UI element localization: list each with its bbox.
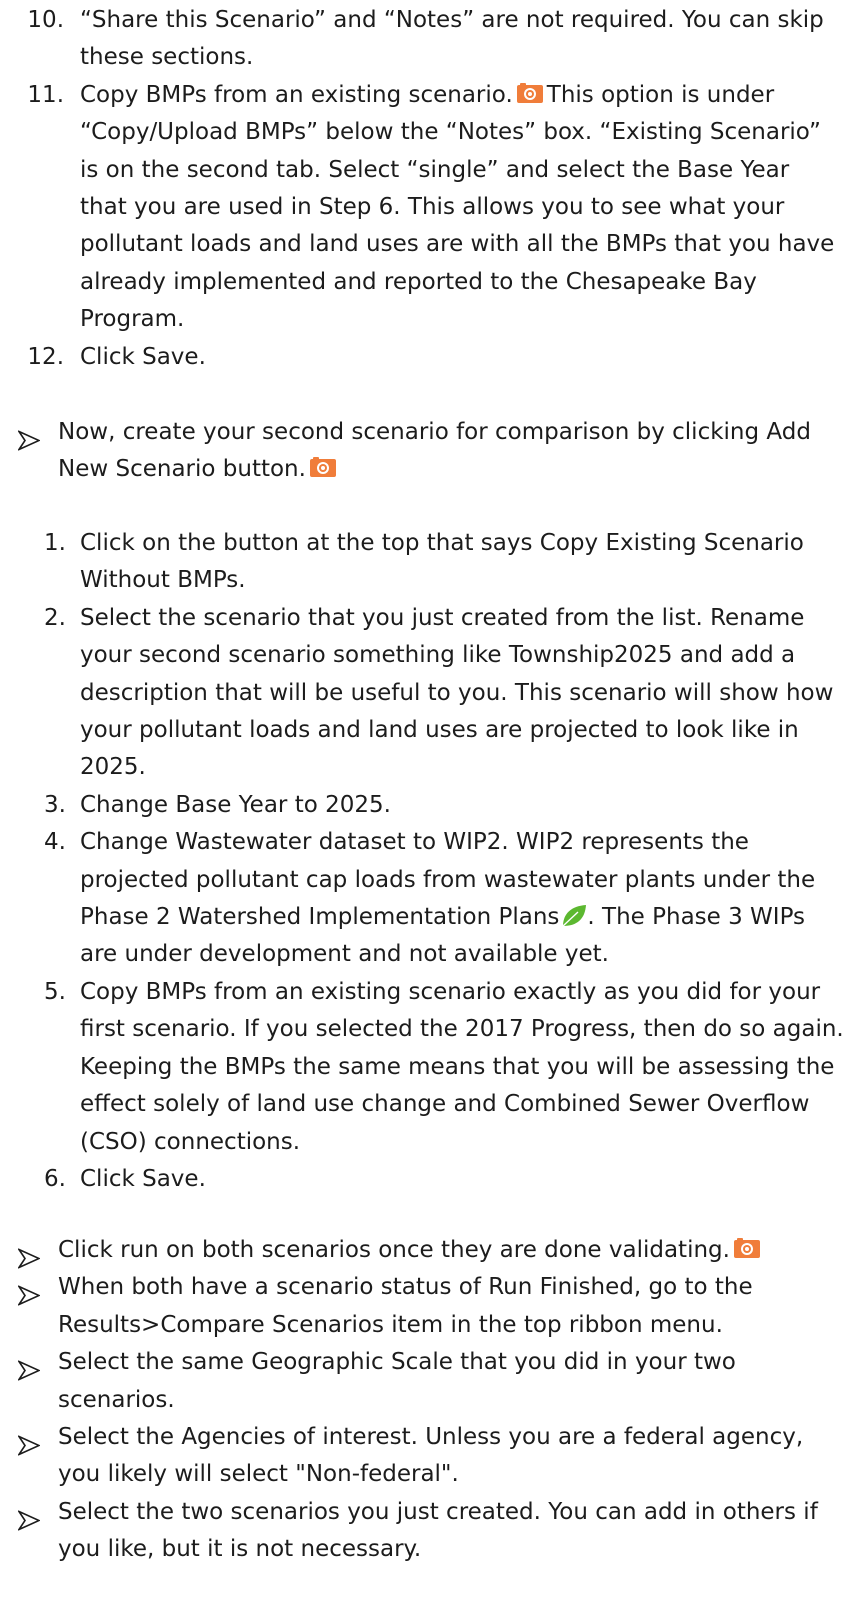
step-text: Click Save. bbox=[80, 343, 206, 370]
step-text: Click Save. bbox=[80, 1165, 206, 1192]
arrowhead-bullet-icon bbox=[18, 1427, 40, 1464]
step-text: Copy BMPs from an existing scenario. This… bbox=[80, 77, 840, 339]
bullet-text-part: Click run on both scenarios once they ar… bbox=[58, 1237, 730, 1263]
bullet-item: Select the Agencies of interest. Unless … bbox=[0, 1419, 846, 1494]
arrowhead-bullet-icon bbox=[18, 1502, 40, 1539]
bullet-text: When both have a scenario status of Run … bbox=[58, 1274, 753, 1338]
step-number: 11. bbox=[27, 81, 64, 108]
step-text: Change Base Year to 2025. bbox=[80, 791, 391, 818]
bullet-item: Click run on both scenarios once they ar… bbox=[0, 1232, 846, 1269]
camera-icon[interactable] bbox=[734, 1237, 760, 1258]
step-text: “Share this Scenario” and “Notes” are no… bbox=[80, 7, 824, 71]
list-item: 2. Select the scenario that you just cre… bbox=[0, 600, 846, 787]
list-item: 10. “Share this Scenario” and “Notes” ar… bbox=[0, 2, 846, 77]
step-text: Click on the button at the top that says… bbox=[80, 530, 804, 594]
document-page: { "colors": { "text": "#1c1c1c", "camera… bbox=[0, 0, 846, 1617]
list-item: 1. Click on the button at the top that s… bbox=[0, 525, 846, 600]
list-item: 4. Change Wastewater dataset to WIP2. WI… bbox=[0, 824, 846, 974]
bullet-item: Select the same Geographic Scale that yo… bbox=[0, 1344, 846, 1419]
bullet-item: Select the two scenarios you just create… bbox=[0, 1494, 846, 1569]
step-text: Change Wastewater dataset to WIP2. WIP2 … bbox=[80, 824, 845, 974]
second-scenario-intro: Now, create your second scenario for com… bbox=[0, 414, 846, 489]
step-number: 4. bbox=[44, 829, 66, 856]
step-text: Select the scenario that you just create… bbox=[80, 604, 834, 781]
list-item: 5. Copy BMPs from an existing scenario e… bbox=[0, 974, 846, 1161]
step-text-part: This option is under “Copy/Upload BMPs” … bbox=[80, 81, 835, 333]
bullet-text: Select the same Geographic Scale that yo… bbox=[58, 1349, 736, 1413]
first-scenario-steps: 10. “Share this Scenario” and “Notes” ar… bbox=[0, 2, 846, 376]
step-text: Copy BMPs from an existing scenario exac… bbox=[80, 978, 844, 1155]
bullet-text-part: Now, create your second scenario for com… bbox=[58, 419, 811, 483]
arrowhead-bullet-icon bbox=[18, 422, 40, 459]
bullet-text: Click run on both scenarios once they ar… bbox=[58, 1232, 838, 1269]
compare-scenarios-bullets: Click run on both scenarios once they ar… bbox=[0, 1232, 846, 1569]
step-number: 6. bbox=[44, 1165, 66, 1192]
bullet-item: Now, create your second scenario for com… bbox=[0, 414, 846, 489]
step-number: 5. bbox=[44, 978, 66, 1005]
list-item: 3. Change Base Year to 2025. bbox=[0, 787, 846, 824]
step-text-part: Copy BMPs from an existing scenario. bbox=[80, 81, 513, 108]
arrowhead-bullet-icon bbox=[18, 1352, 40, 1389]
second-scenario-steps: 1. Click on the button at the top that s… bbox=[0, 525, 846, 1198]
camera-icon[interactable] bbox=[310, 456, 336, 477]
bullet-text: Select the Agencies of interest. Unless … bbox=[58, 1424, 804, 1488]
step-number: 12. bbox=[27, 343, 64, 370]
list-item: 6. Click Save. bbox=[0, 1161, 846, 1198]
bullet-text: Select the two scenarios you just create… bbox=[58, 1498, 818, 1563]
bullet-item: When both have a scenario status of Run … bbox=[0, 1269, 846, 1344]
step-number: 1. bbox=[44, 530, 66, 556]
step-number: 2. bbox=[44, 604, 66, 631]
bullet-text: Now, create your second scenario for com… bbox=[58, 414, 838, 489]
list-item: 12. Click Save. bbox=[0, 339, 846, 376]
arrowhead-bullet-icon bbox=[18, 1277, 40, 1314]
step-number: 3. bbox=[44, 791, 66, 818]
list-item: 11. Copy BMPs from an existing scenario.… bbox=[0, 77, 846, 339]
leaf-icon[interactable] bbox=[561, 904, 587, 928]
step-number: 10. bbox=[27, 7, 64, 33]
camera-icon[interactable] bbox=[517, 82, 543, 103]
